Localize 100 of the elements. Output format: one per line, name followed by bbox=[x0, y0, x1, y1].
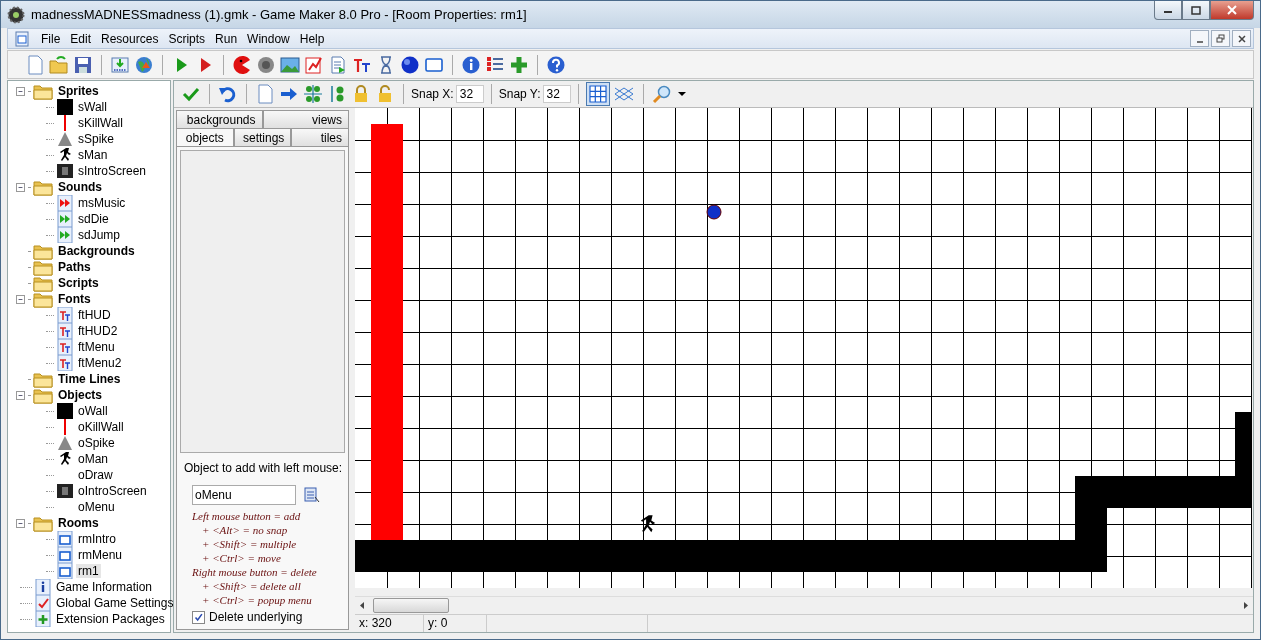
tree-item[interactable]: Extension Packages bbox=[54, 612, 167, 626]
minimize-button[interactable] bbox=[1154, 1, 1182, 20]
menu-item[interactable]: Window bbox=[242, 31, 295, 46]
collapse-icon[interactable] bbox=[16, 518, 25, 528]
restore-button[interactable] bbox=[1211, 30, 1230, 47]
room-icon bbox=[57, 563, 73, 579]
plus-icon bbox=[35, 611, 51, 627]
status-text: x: 320 bbox=[355, 615, 424, 632]
maximize-button[interactable] bbox=[1182, 1, 1210, 20]
hint-text: + <Shift> = multiple bbox=[201, 537, 298, 551]
tree-item[interactable]: ftMenu bbox=[76, 340, 117, 354]
picker-label: Object to add with left mouse: bbox=[184, 461, 341, 475]
room-icon bbox=[57, 547, 73, 563]
close-button[interactable] bbox=[1210, 1, 1254, 20]
tree-item[interactable]: sKillWall bbox=[76, 116, 125, 130]
tree-folder[interactable]: Backgrounds bbox=[56, 244, 137, 258]
horizontal-scrollbar[interactable] bbox=[355, 596, 1253, 614]
tree-item[interactable]: oMan bbox=[76, 452, 111, 466]
tab[interactable]: settings bbox=[233, 128, 292, 146]
pacman-icon[interactable] bbox=[231, 53, 253, 76]
tree-folder[interactable]: Scripts bbox=[56, 276, 101, 290]
folder-icon bbox=[33, 178, 53, 196]
menu-item[interactable]: Run bbox=[210, 31, 243, 46]
tree-item[interactable]: oSpike bbox=[76, 436, 117, 450]
checkbox-label: Delete underlying bbox=[209, 610, 303, 624]
object-field[interactable]: oMenu bbox=[192, 485, 296, 505]
tree-item[interactable]: oWall bbox=[76, 404, 110, 418]
gear-icon bbox=[7, 5, 25, 24]
sound-icon bbox=[57, 227, 73, 243]
checkbox[interactable] bbox=[192, 610, 205, 624]
menu-item[interactable]: Edit bbox=[65, 31, 97, 46]
tree-folder[interactable]: Paths bbox=[56, 260, 93, 274]
line-icon bbox=[64, 115, 66, 131]
status-text: y: 0 bbox=[424, 615, 487, 632]
tree-folder[interactable]: Rooms bbox=[56, 516, 101, 530]
menu-item[interactable]: Help bbox=[294, 31, 330, 46]
image-icon bbox=[57, 163, 73, 179]
tree-item[interactable]: ftHUD2 bbox=[76, 324, 120, 338]
hint-text: + <Alt> = no snap bbox=[201, 523, 289, 537]
tree-item[interactable]: Game Information bbox=[54, 580, 155, 594]
hint-text: + <Shift> = delete all bbox=[201, 579, 302, 593]
square-icon bbox=[57, 403, 73, 419]
hint-text: Left mouse button = add bbox=[191, 509, 302, 523]
folder-icon bbox=[33, 242, 53, 260]
tree-item[interactable]: oKillWall bbox=[76, 420, 126, 434]
list-icon[interactable] bbox=[304, 487, 320, 503]
menu-item[interactable]: Resources bbox=[96, 31, 164, 46]
tree-item[interactable]: ftHUD bbox=[76, 308, 113, 322]
room-canvas[interactable] bbox=[355, 108, 1252, 588]
sound-icon bbox=[57, 211, 73, 227]
tree-item[interactable]: Global Game Settings bbox=[54, 596, 176, 610]
caret-icon[interactable] bbox=[677, 91, 686, 97]
restore-icon bbox=[1216, 34, 1225, 43]
close-button[interactable] bbox=[1232, 30, 1251, 47]
hint-text: Right mouse button = delete bbox=[191, 565, 318, 579]
document-icon[interactable] bbox=[14, 30, 30, 47]
tree-folder[interactable]: Sounds bbox=[56, 180, 104, 194]
tree-item[interactable]: sdDie bbox=[76, 212, 111, 226]
tab[interactable]: backgrounds bbox=[176, 110, 263, 128]
tab[interactable]: tiles bbox=[291, 128, 349, 146]
collapse-icon[interactable] bbox=[16, 86, 25, 96]
tree-item[interactable]: oDraw bbox=[76, 468, 115, 482]
grid-icon[interactable] bbox=[585, 82, 610, 106]
four-arrows-icon[interactable] bbox=[302, 83, 324, 105]
snap-field[interactable]: 32 bbox=[542, 85, 571, 103]
open-folder-icon[interactable] bbox=[48, 53, 70, 76]
collapse-icon[interactable] bbox=[16, 294, 25, 304]
tree-item[interactable]: oIntroScreen bbox=[76, 484, 149, 498]
collapse-icon[interactable] bbox=[16, 390, 25, 400]
tab[interactable]: views bbox=[262, 110, 349, 128]
font-icon bbox=[57, 339, 73, 355]
tree-item[interactable]: rm1 bbox=[76, 564, 101, 578]
tree-item[interactable]: sIntroScreen bbox=[76, 164, 149, 178]
tree-folder[interactable]: Sprites bbox=[56, 84, 101, 98]
tree-item[interactable]: oMenu bbox=[76, 500, 117, 514]
tab[interactable]: objects bbox=[176, 128, 234, 146]
folder-icon bbox=[33, 514, 53, 532]
folder-icon bbox=[33, 386, 53, 404]
tree-item[interactable]: rmIntro bbox=[76, 532, 118, 546]
ball bbox=[706, 204, 722, 220]
scroll-thumb[interactable] bbox=[373, 598, 449, 613]
tree-item[interactable]: sMan bbox=[76, 148, 110, 162]
tree-folder[interactable]: Objects bbox=[56, 388, 104, 402]
hint-text: + <Ctrl> = move bbox=[201, 551, 282, 565]
menu-item[interactable]: File bbox=[36, 31, 66, 46]
tree-item[interactable]: sdJump bbox=[76, 228, 123, 242]
tree-item[interactable]: ftMenu2 bbox=[76, 356, 124, 370]
snap-field[interactable]: 32 bbox=[455, 85, 484, 103]
close-icon bbox=[1227, 5, 1237, 15]
tree-item[interactable]: sSpike bbox=[76, 132, 117, 146]
menu-item[interactable]: Scripts bbox=[163, 31, 211, 46]
tree-item[interactable]: msMusic bbox=[76, 196, 128, 210]
folder-icon bbox=[33, 290, 53, 308]
tree-folder[interactable]: Time Lines bbox=[56, 372, 123, 386]
tree-folder[interactable]: Fonts bbox=[56, 292, 93, 306]
tree-item[interactable]: sWall bbox=[76, 100, 109, 114]
tree-item[interactable]: rmMenu bbox=[76, 548, 124, 562]
collapse-icon[interactable] bbox=[16, 182, 25, 192]
running-man bbox=[640, 515, 656, 533]
minimize-icon bbox=[1196, 40, 1203, 43]
